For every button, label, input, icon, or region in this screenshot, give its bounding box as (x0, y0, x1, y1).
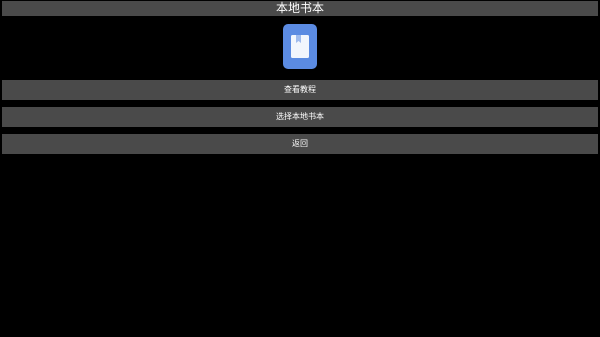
book-icon (283, 24, 317, 69)
back-button[interactable]: 返回 (2, 134, 598, 154)
select-local-book-button[interactable]: 选择本地书本 (2, 107, 598, 127)
view-tutorial-button[interactable]: 查看教程 (2, 80, 598, 100)
page-title: 本地书本 (2, 1, 598, 16)
